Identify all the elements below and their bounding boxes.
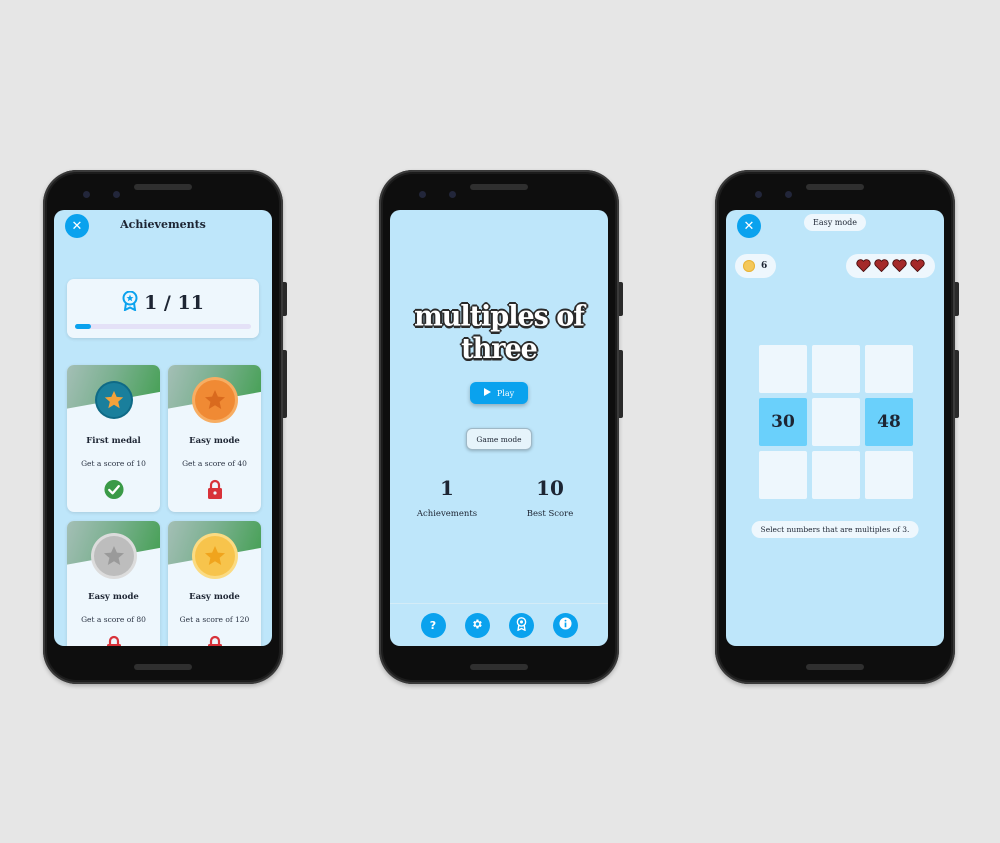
settings-icon — [471, 618, 483, 633]
achievement-description: Get a score of 10 — [81, 459, 146, 468]
game-screen: ✕ Easy mode 6 30 48 Select numbers that a… — [726, 210, 944, 646]
lock-icon — [106, 635, 122, 646]
award-ribbon-icon — [516, 616, 527, 634]
achievement-count: 1 / 11 — [144, 292, 204, 314]
grid-cell[interactable] — [865, 345, 913, 393]
grid-cell[interactable]: 48 — [865, 398, 913, 446]
achievement-name: Easy mode — [189, 592, 240, 602]
settings-button[interactable] — [464, 612, 490, 638]
achievement-card[interactable]: Easy mode Get a score of 120 — [168, 521, 261, 646]
best-score-label: Best Score — [526, 509, 574, 519]
close-icon: ✕ — [743, 218, 755, 234]
camera — [785, 191, 792, 198]
info-icon — [558, 617, 572, 633]
grid-cell[interactable] — [812, 345, 860, 393]
achievement-name: Easy mode — [88, 592, 139, 602]
achievement-description: Get a score of 80 — [81, 615, 146, 624]
speaker — [806, 664, 864, 670]
heart-icon — [856, 257, 871, 276]
achievement-name: Easy mode — [189, 436, 240, 446]
instruction-hint: Select numbers that are multiples of 3. — [751, 521, 919, 538]
lock-icon — [207, 635, 223, 646]
check-circle-icon — [103, 479, 124, 504]
teal-star-medal-icon — [96, 383, 131, 417]
achievement-description: Get a score of 120 — [179, 615, 250, 624]
grid-cell[interactable] — [865, 451, 913, 499]
close-button[interactable]: ✕ — [737, 214, 761, 238]
achievement-card[interactable]: First medal Get a score of 10 — [67, 365, 160, 512]
home-screen: multiples of three Play Game mode 1 Achi… — [390, 210, 608, 646]
achievements-count: 1 — [440, 476, 454, 500]
heart-icon — [892, 257, 907, 276]
achievements-stat-label: Achievements — [416, 509, 478, 519]
game-mode-button-label: Game mode — [476, 434, 522, 444]
speaker — [470, 184, 528, 190]
bronze-star-medal-icon — [194, 380, 235, 420]
camera — [83, 191, 90, 198]
lock-icon — [207, 479, 223, 504]
camera — [419, 191, 426, 198]
phone-achievements: ✕ Achievements 1 / 11 First medal Get a … — [43, 170, 287, 684]
grid-cell[interactable]: 30 — [759, 398, 807, 446]
speaker — [134, 664, 192, 670]
award-ribbon-icon — [122, 290, 138, 315]
achievement-card[interactable]: Easy mode Get a score of 80 — [67, 521, 160, 646]
camera — [449, 191, 456, 198]
progress-bar-fill — [75, 324, 91, 329]
achievements-stat: 1 Achievements — [402, 476, 492, 519]
heart-icon — [910, 257, 925, 276]
grid-cell[interactable] — [759, 345, 807, 393]
grid-cell[interactable] — [812, 451, 860, 499]
coin-count: 6 — [761, 261, 768, 271]
lives-counter — [846, 254, 935, 278]
number-grid: 30 48 — [759, 345, 913, 499]
coin-icon — [743, 260, 755, 272]
page-title: Achievements — [120, 218, 206, 231]
best-score-value: 10 — [536, 476, 564, 500]
play-button[interactable]: Play — [470, 382, 528, 404]
info-button[interactable] — [552, 612, 578, 638]
achievement-description: Get a score of 40 — [182, 459, 247, 468]
game-title-logo: multiples of three — [414, 300, 585, 366]
help-icon: ? — [429, 618, 437, 632]
grid-cell[interactable] — [812, 398, 860, 446]
speaker — [134, 184, 192, 190]
achievement-card[interactable]: Easy mode Get a score of 40 — [168, 365, 261, 512]
achievement-name: First medal — [86, 436, 141, 446]
camera — [113, 191, 120, 198]
achievement-progress-card: 1 / 11 — [67, 279, 259, 338]
gold-star-medal-icon — [194, 536, 235, 576]
game-mode-button[interactable]: Game mode — [466, 428, 532, 450]
speaker — [806, 184, 864, 190]
play-button-label: Play — [496, 388, 515, 398]
speaker — [470, 664, 528, 670]
phone-home: multiples of three Play Game mode 1 Achi… — [379, 170, 623, 684]
bottom-nav: ? — [390, 603, 608, 646]
camera — [755, 191, 762, 198]
help-button[interactable]: ? — [420, 612, 446, 638]
phone-game: ✕ Easy mode 6 30 48 Select numbers that a… — [715, 170, 959, 684]
coin-counter: 6 — [735, 254, 777, 278]
silver-star-medal-icon — [93, 536, 134, 576]
progress-bar — [75, 324, 251, 329]
mode-badge: Easy mode — [803, 214, 867, 231]
best-score-stat: 10 Best Score — [505, 476, 595, 519]
heart-icon — [874, 257, 889, 276]
grid-cell[interactable] — [759, 451, 807, 499]
achievements-screen: ✕ Achievements 1 / 11 First medal Get a … — [54, 210, 272, 646]
achievements-button[interactable] — [508, 612, 534, 638]
play-icon — [483, 388, 491, 398]
